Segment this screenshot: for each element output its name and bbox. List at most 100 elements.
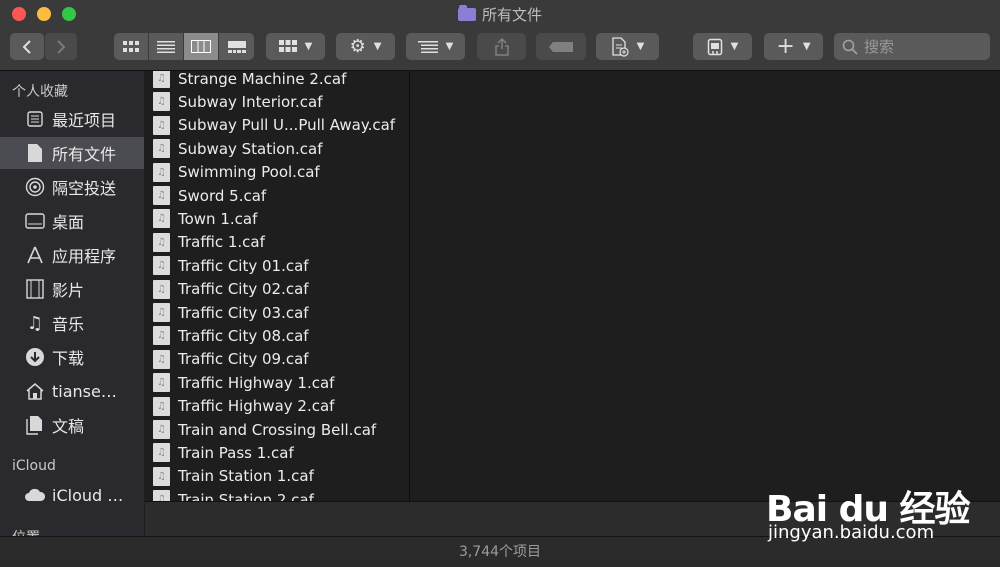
file-row[interactable]: ♫ Train Station 1.caf [153,465,314,488]
sidebar-item-all-files[interactable]: 所有文件 [0,137,144,169]
back-button[interactable] [10,33,44,60]
sidebar-item-label: 文稿 [52,417,85,436]
grid-icon [123,40,139,52]
file-name: Strange Machine 2.caf [178,71,347,88]
file-row[interactable]: ♫ Traffic City 08.caf [153,324,309,347]
tag-button[interactable] [536,33,586,60]
app-menu-button[interactable]: ▼ [693,33,752,60]
file-row[interactable]: ♫ Traffic City 09.caf [153,348,309,371]
sidebar-item-icloud-drive[interactable]: iCloud … [0,479,144,511]
document-icon [24,142,46,164]
file-column: ♫ Strange Machine 2.caf ♫ Subway Interior.c… [145,71,409,501]
list-view-button[interactable] [149,33,184,60]
file-row[interactable]: ♫ Sword 5.caf [153,184,266,207]
file-name: Traffic City 02.caf [178,280,309,299]
applications-icon [24,244,46,266]
action-menu-button[interactable]: ⚙ ▼ [336,33,395,60]
cloud-icon [24,484,46,506]
audio-file-icon: ♫ [153,373,170,393]
file-name: Swimming Pool.caf [178,163,320,182]
sidebar-item-music[interactable]: ♫ 音乐 [0,307,144,339]
search-icon [842,39,858,55]
desktop-icon [24,210,46,232]
group-by-button[interactable]: ▼ [266,33,325,60]
file-name: Traffic City 01.caf [178,256,309,275]
airdrop-icon [24,176,46,198]
home-icon [24,380,46,402]
arrange-list-icon [417,40,438,53]
file-name: Subway Pull U...Pull Away.caf [178,116,396,135]
file-row[interactable]: ♫ Swimming Pool.caf [153,161,320,184]
gallery-view-button[interactable] [219,33,254,60]
app-clip-icon [707,38,722,55]
audio-file-icon: ♫ [153,443,170,463]
chevron-down-icon: ▼ [730,41,739,52]
sidebar-item-airdrop[interactable]: 隔空投送 [0,171,144,203]
file-row[interactable]: ♫ Traffic Highway 1.caf [153,371,334,394]
arrange-button[interactable]: ▼ [406,33,465,60]
window-title-text: 所有文件 [481,6,542,24]
downloads-icon [24,346,46,368]
file-row[interactable]: ♫ Train Pass 1.caf [153,441,294,464]
forward-button[interactable] [44,33,77,60]
icon-view-button[interactable] [114,33,149,60]
sidebar-item-label: iCloud … [52,485,124,505]
sidebar-item-downloads[interactable]: 下载 [0,341,144,373]
music-icon: ♫ [26,312,44,334]
audio-file-icon: ♫ [153,92,170,112]
view-mode-segmented[interactable] [114,33,254,60]
sidebar-item-documents[interactable]: 文稿 [0,409,144,441]
baidu-watermark: Bai du 经验 jingyan.baidu.com [766,460,996,550]
file-row[interactable]: ♫ Strange Machine 2.caf [153,71,346,90]
sidebar-item-movies[interactable]: 影片 [0,273,144,305]
new-document-button[interactable]: ▼ [596,33,659,60]
file-name: Sword 5.caf [178,186,267,205]
file-name: Town 1.caf [178,209,258,228]
add-button[interactable]: + ▼ [764,33,823,60]
file-row[interactable]: ♫ Town 1.caf [153,207,257,230]
documents-icon [24,414,46,436]
gallery-icon [227,40,246,53]
sidebar-item-home[interactable]: tianse… [0,375,144,407]
file-row[interactable]: ♫ Traffic 1.caf [153,231,265,254]
share-button[interactable] [477,33,526,60]
audio-file-icon: ♫ [153,139,170,159]
sidebar-item-label: 音乐 [52,315,85,334]
file-row[interactable]: ♫ Subway Interior.caf [153,90,323,113]
audio-file-icon: ♫ [153,490,170,501]
column-view-button[interactable] [184,33,219,60]
sidebar-item-label: 隔空投送 [52,179,117,198]
file-row[interactable]: ♫ Traffic City 01.caf [153,254,309,277]
chevron-right-icon [57,39,66,54]
file-row[interactable]: ♫ Train Station 2.caf [153,488,314,501]
file-name: Traffic 1.caf [178,233,265,252]
sidebar: 个人收藏 最近项目 所有文件 隔空投送 桌面 应用程序 影片 ♫ 音乐 下载 t… [0,71,144,536]
file-name: Traffic Highway 2.caf [178,397,335,416]
audio-file-icon: ♫ [153,466,170,486]
new-document-icon [611,36,629,57]
chevron-down-icon: ▼ [304,41,313,52]
locations-header: 位置 [12,527,40,536]
sidebar-item-applications[interactable]: 应用程序 [0,239,144,271]
audio-file-icon: ♫ [153,162,170,182]
smart-folder-icon [457,5,476,21]
columns-icon [191,40,211,53]
file-name: Traffic City 08.caf [178,326,309,345]
sidebar-item-desktop[interactable]: 桌面 [0,205,144,237]
file-row[interactable]: ♫ Traffic City 02.caf [153,278,309,301]
sidebar-item-label: 所有文件 [52,145,117,164]
file-row[interactable]: ♫ Train and Crossing Bell.caf [153,418,376,441]
file-name: Traffic Highway 1.caf [178,373,335,392]
file-row[interactable]: ♫ Traffic City 03.caf [153,301,309,324]
file-row[interactable]: ♫ Traffic Highway 2.caf [153,395,334,418]
file-row[interactable]: ♫ Subway Pull U...Pull Away.caf [153,114,395,137]
chevron-down-icon: ▼ [445,41,454,52]
icloud-header: iCloud [12,458,56,474]
sidebar-item-recents[interactable]: 最近项目 [0,103,144,135]
file-row[interactable]: ♫ Subway Station.caf [153,137,322,160]
search-field[interactable]: 搜索 [834,33,990,60]
group-grid-icon [278,40,297,52]
gear-icon: ⚙ [349,36,366,57]
file-name: Subway Station.caf [178,139,323,158]
file-name: Train Station 1.caf [178,467,314,486]
